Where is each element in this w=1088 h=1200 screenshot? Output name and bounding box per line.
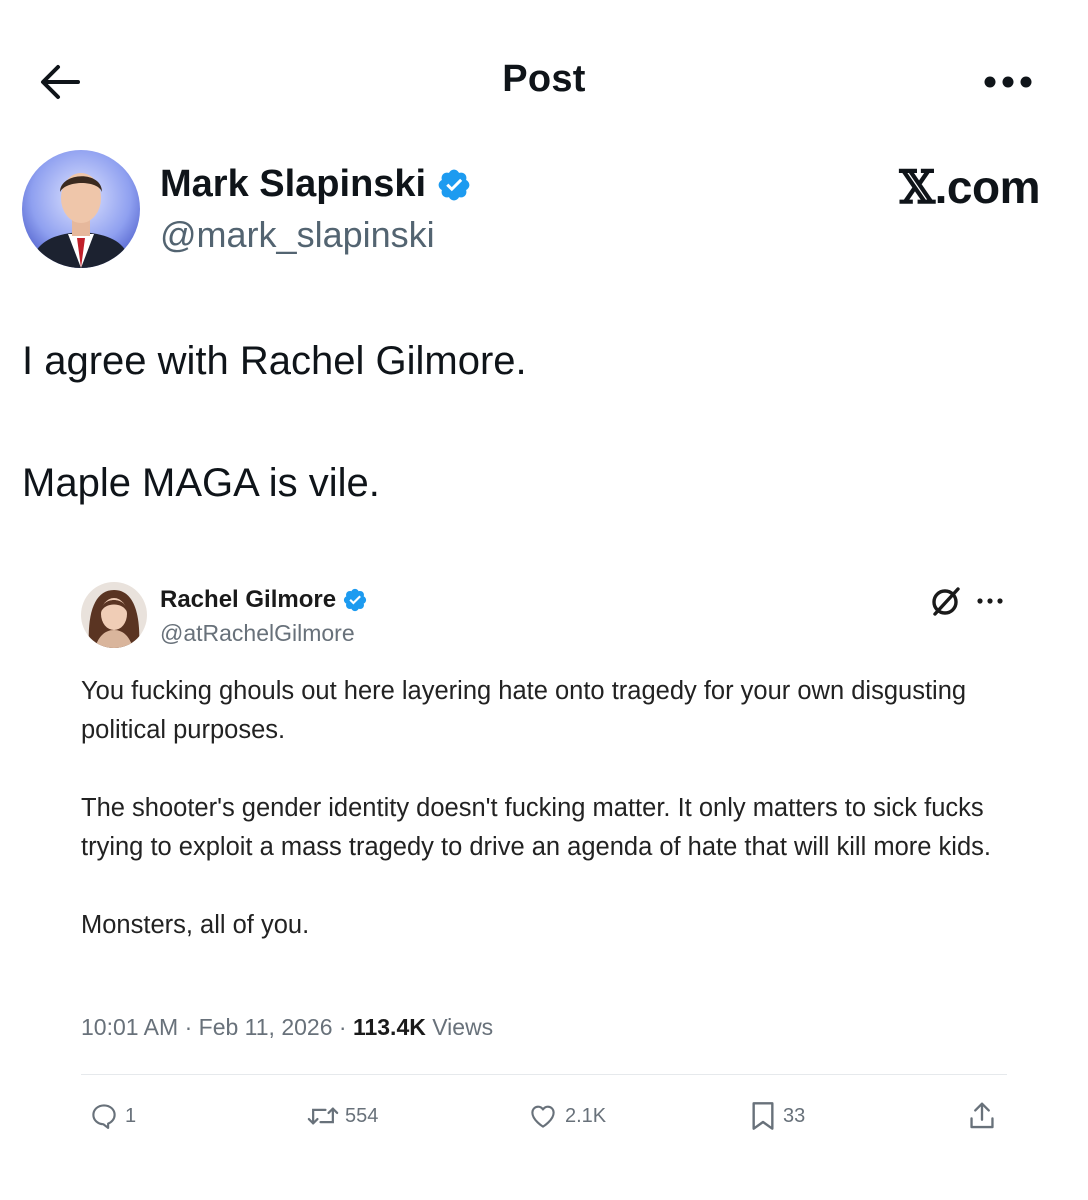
share-icon bbox=[970, 1102, 994, 1129]
source-watermark: 𝕏.com bbox=[899, 160, 1040, 214]
bookmark-icon bbox=[752, 1102, 774, 1130]
author-name-row[interactable]: Mark Slapinski bbox=[160, 163, 472, 206]
post-paragraph: I agree with Rachel Gilmore. bbox=[22, 339, 527, 383]
quoted-action-bar: 1 554 2.1K 33 bbox=[55, 1096, 1035, 1136]
heart-icon bbox=[531, 1105, 555, 1128]
quoted-paragraph: The shooter's gender identity doesn't fu… bbox=[81, 794, 991, 861]
author-name[interactable]: Mark Slapinski bbox=[160, 163, 426, 206]
quoted-post-text: You fucking ghouls out here layering hat… bbox=[81, 672, 1021, 984]
repost-icon bbox=[307, 1107, 339, 1125]
post-date: Feb 11, 2026 bbox=[198, 1014, 333, 1040]
repost-action: 554 bbox=[307, 1096, 378, 1136]
quoted-author-name-row: Rachel Gilmore bbox=[160, 586, 368, 614]
quoted-post-meta: 10:01 AM · Feb 11, 2026 · 113.4K Views bbox=[81, 1014, 493, 1041]
quoted-author-avatar bbox=[81, 582, 147, 648]
verified-badge-icon bbox=[438, 169, 470, 200]
page-title: Post bbox=[502, 58, 586, 100]
divider bbox=[81, 1074, 1007, 1075]
quoted-paragraph: You fucking ghouls out here layering hat… bbox=[81, 677, 967, 744]
quoted-author-name: Rachel Gilmore bbox=[160, 586, 337, 613]
reply-icon bbox=[92, 1104, 116, 1129]
grok-icon bbox=[929, 584, 963, 618]
more-horizontal-icon bbox=[984, 76, 1032, 88]
reply-count: 1 bbox=[125, 1104, 137, 1127]
like-count: 2.1K bbox=[565, 1104, 607, 1127]
reply-action: 1 bbox=[89, 1096, 136, 1136]
quoted-author-handle: @atRachelGilmore bbox=[160, 620, 355, 646]
bookmark-count: 33 bbox=[783, 1104, 806, 1127]
author-handle[interactable]: @mark_slapinski bbox=[160, 214, 435, 256]
quoted-post-image[interactable]: Rachel Gilmore @atRachelGilmore You fuck… bbox=[55, 568, 1035, 1156]
source-domain: .com bbox=[934, 161, 1041, 213]
post-page: Post Mark Slapinski @mark_slapinski 𝕏.co… bbox=[0, 0, 1088, 1200]
x-logo: 𝕏 bbox=[899, 160, 935, 214]
views-label: Views bbox=[432, 1014, 494, 1040]
meta-separator: · bbox=[184, 1014, 193, 1040]
post-text: I agree with Rachel Gilmore. Maple MAGA … bbox=[22, 338, 527, 582]
like-action: 2.1K bbox=[527, 1096, 606, 1136]
post-time: 10:01 AM bbox=[81, 1014, 179, 1040]
post-paragraph: Maple MAGA is vile. bbox=[22, 461, 380, 505]
repost-count: 554 bbox=[345, 1104, 379, 1127]
more-options-button[interactable] bbox=[980, 64, 1036, 100]
verified-badge-icon bbox=[343, 588, 367, 612]
meta-separator: · bbox=[338, 1014, 347, 1040]
views-count: 113.4K bbox=[352, 1014, 426, 1040]
author-avatar[interactable] bbox=[22, 150, 140, 268]
share-action bbox=[967, 1096, 997, 1136]
bookmark-action: 33 bbox=[749, 1096, 805, 1136]
more-horizontal-icon bbox=[973, 588, 1007, 614]
quoted-paragraph: Monsters, all of you. bbox=[81, 911, 310, 939]
